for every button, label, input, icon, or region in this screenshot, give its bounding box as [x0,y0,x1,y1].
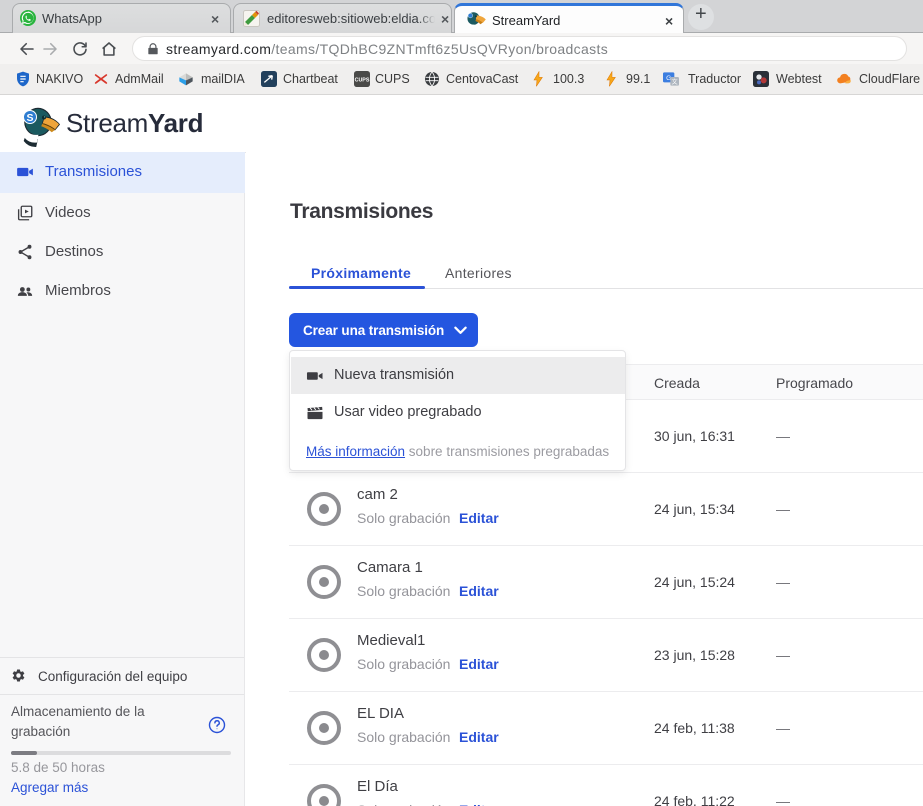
svg-text:CUPS: CUPS [355,78,370,84]
svg-text:S: S [26,112,33,124]
